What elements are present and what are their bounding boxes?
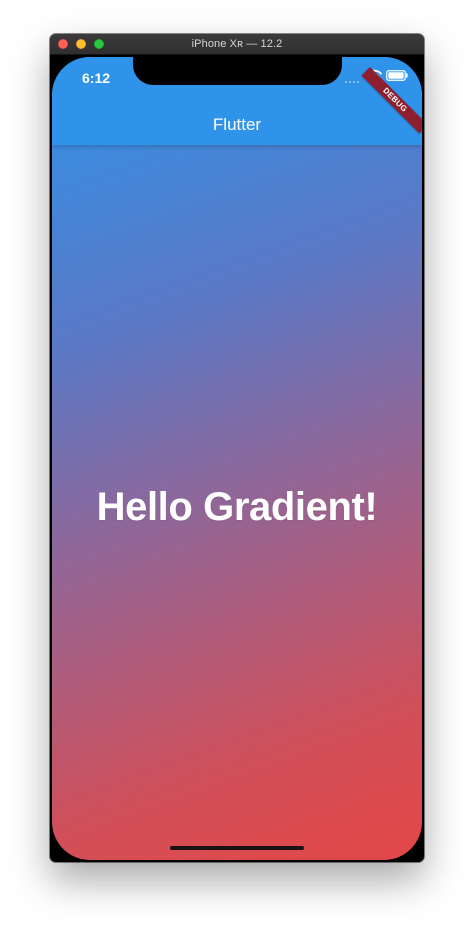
signal-icon <box>345 81 363 84</box>
status-time: 6:12 <box>82 70 111 86</box>
headline-text: Hello Gradient! <box>96 485 378 529</box>
title-bar: iPhone Xʀ — 12.2 <box>50 34 424 55</box>
simulator-window: iPhone Xʀ — 12.2 6:12 DEBUG Flutter Hell… <box>50 34 424 862</box>
device-notch <box>133 57 342 85</box>
app-screen: 6:12 DEBUG Flutter Hello Gradient! <box>52 57 422 860</box>
battery-icon <box>386 70 408 81</box>
home-indicator[interactable] <box>170 846 304 850</box>
window-title: iPhone Xʀ — 12.2 <box>191 38 283 50</box>
app-bar: 6:12 DEBUG Flutter <box>52 57 422 145</box>
app-bar-title: Flutter <box>212 115 262 134</box>
device-frame: 6:12 DEBUG Flutter Hello Gradient! <box>50 55 424 862</box>
